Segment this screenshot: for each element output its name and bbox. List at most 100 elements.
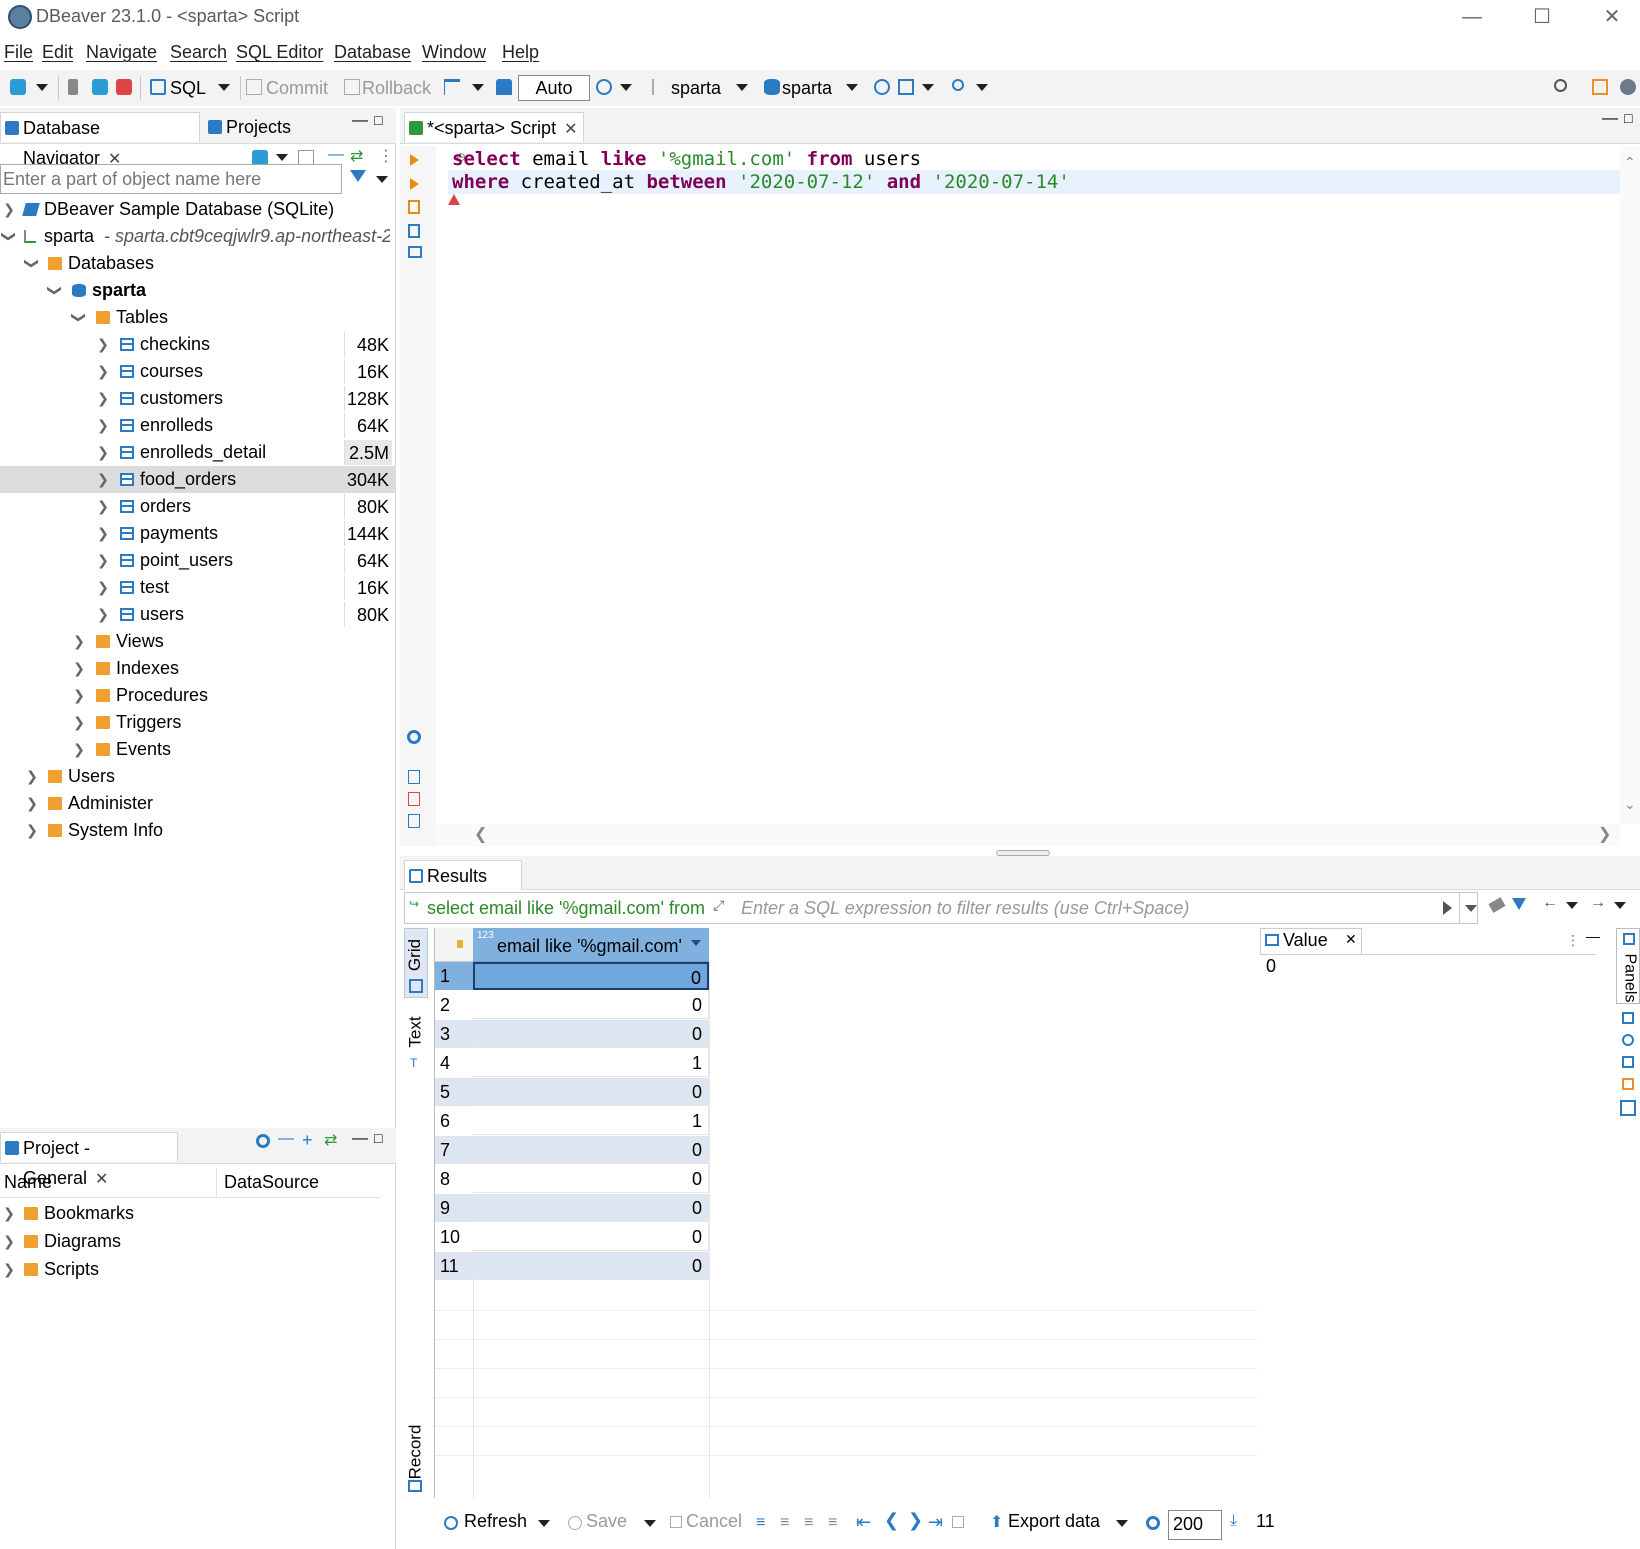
- table-cell[interactable]: 0: [473, 1136, 709, 1164]
- execute-script-icon[interactable]: [408, 200, 420, 214]
- back-icon[interactable]: ←: [1542, 894, 1558, 912]
- fetch-all-icon[interactable]: [952, 1516, 964, 1528]
- metadata-icon[interactable]: [1622, 1012, 1634, 1024]
- scroll-left-icon[interactable]: ❮: [474, 824, 487, 844]
- view-menu-icon[interactable]: ⋮: [378, 146, 394, 166]
- chevron-down-icon[interactable]: [36, 84, 48, 91]
- table-cell[interactable]: 0: [473, 1165, 709, 1193]
- table-cell[interactable]: 1: [473, 1049, 709, 1077]
- tree-item-table[interactable]: ❯ orders 80K: [0, 493, 396, 520]
- chevron-down-icon[interactable]: [976, 84, 988, 91]
- link-with-editor-icon[interactable]: ⇄: [324, 1130, 337, 1150]
- table-row[interactable]: 2 0: [435, 991, 1257, 1019]
- edit-row-icon[interactable]: ≡: [756, 1514, 765, 1532]
- first-page-icon[interactable]: ⇤: [856, 1512, 871, 1533]
- tree-item-table[interactable]: ❯ courses 16K: [0, 358, 396, 385]
- minimize-panel-icon[interactable]: —: [1602, 110, 1618, 128]
- sort-icon[interactable]: [691, 940, 701, 946]
- commit-button[interactable]: Commit: [266, 74, 328, 102]
- navigator-filter-input[interactable]: Enter a part of object name here: [0, 164, 342, 194]
- table-row[interactable]: 8 0: [435, 1165, 1257, 1193]
- menu-search[interactable]: Search: [170, 42, 227, 63]
- results-grid[interactable]: 123 email like '%gmail.com' 1 0 2 0 3 0 …: [434, 928, 1257, 1498]
- expand-all-icon[interactable]: +: [302, 1130, 313, 1151]
- minimize-panel-icon[interactable]: —: [352, 112, 368, 130]
- tab-record[interactable]: Record: [404, 1418, 428, 1498]
- table-cell[interactable]: 0: [473, 1223, 709, 1251]
- chevron-down-icon[interactable]: [276, 154, 288, 161]
- tree-item-table[interactable]: ❯ test 16K: [0, 574, 396, 601]
- disconnect-icon[interactable]: [116, 79, 132, 95]
- horizontal-scrollbar[interactable]: ❮ ❯: [436, 824, 1620, 846]
- table-cell[interactable]: 0: [473, 991, 709, 1019]
- execute-in-new-tab-icon[interactable]: [410, 178, 419, 190]
- connect-icon[interactable]: [92, 79, 108, 95]
- menu-edit[interactable]: Edit: [42, 42, 73, 63]
- explain-plan-icon[interactable]: [408, 224, 420, 238]
- scroll-right-icon[interactable]: ❯: [1598, 824, 1611, 844]
- tab-text[interactable]: Text T: [404, 1006, 428, 1076]
- table-cell[interactable]: 0: [473, 1020, 709, 1048]
- last-page-icon[interactable]: ⇥: [928, 1512, 943, 1533]
- delete-row-icon[interactable]: ≡: [828, 1514, 837, 1532]
- maximize-button[interactable]: ☐: [1522, 2, 1562, 32]
- chevron-down-icon[interactable]: [736, 84, 748, 91]
- plug-icon[interactable]: [68, 79, 78, 95]
- table-row[interactable]: 7 0: [435, 1136, 1257, 1164]
- maximize-panel-icon[interactable]: □: [1624, 110, 1632, 126]
- copy-row-icon[interactable]: ≡: [804, 1514, 813, 1532]
- tree-item-table[interactable]: ❯ customers 128K: [0, 385, 396, 412]
- collapse-all-icon[interactable]: —: [278, 1130, 294, 1148]
- column-header-name[interactable]: Name: [4, 1172, 52, 1193]
- close-icon[interactable]: ✕: [564, 121, 577, 138]
- table-row[interactable]: 4 1: [435, 1049, 1257, 1077]
- menu-database[interactable]: Database: [334, 42, 411, 63]
- table-row[interactable]: 3 0: [435, 1020, 1257, 1048]
- transaction-mode-icon[interactable]: [444, 79, 460, 95]
- minimize-panel-icon[interactable]: —: [352, 1130, 368, 1148]
- sql-editor-icon[interactable]: [150, 79, 166, 95]
- sql-code-area[interactable]: select email like '%gmail.com' from user…: [448, 146, 1620, 846]
- tree-item-table[interactable]: ❯ enrolleds_detail 2.5M: [0, 439, 396, 466]
- panel-layout-icon[interactable]: [1620, 1100, 1636, 1116]
- vertical-scrollbar[interactable]: ⌃ ⌄: [1620, 146, 1640, 824]
- new-connection-icon[interactable]: [10, 79, 26, 95]
- tab-results-1[interactable]: Results 1✕: [404, 860, 522, 916]
- filter-icon[interactable]: [350, 170, 366, 182]
- tree-item-table[interactable]: ❯ payments 144K: [0, 520, 396, 547]
- auto-commit-field[interactable]: Auto: [518, 75, 590, 101]
- add-row-icon[interactable]: ≡: [780, 1514, 789, 1532]
- table-row[interactable]: 1 0: [435, 962, 1257, 990]
- link-with-editor-icon[interactable]: ⇄: [350, 146, 363, 166]
- global-search-icon[interactable]: [1554, 79, 1567, 92]
- tree-item-table-selected[interactable]: ❯ food_orders 304K: [0, 466, 396, 493]
- close-window-button[interactable]: ✕: [1592, 2, 1632, 32]
- console-icon[interactable]: [408, 246, 422, 258]
- export-data-button[interactable]: Export data: [1008, 1511, 1100, 1532]
- tab-sparta-script[interactable]: *<sparta> Script ✕: [404, 112, 584, 142]
- dbeaver-perspective-icon[interactable]: [1620, 79, 1636, 95]
- aggregate-icon[interactable]: [1622, 1034, 1634, 1046]
- dashboard-icon[interactable]: [874, 79, 890, 95]
- sql-button[interactable]: SQL: [170, 74, 206, 102]
- chevron-down-icon[interactable]: [538, 1520, 550, 1527]
- chevron-down-icon[interactable]: [846, 84, 858, 91]
- menu-help[interactable]: Help: [502, 42, 539, 63]
- table-row[interactable]: 10 0: [435, 1223, 1257, 1251]
- tree-item-table[interactable]: ❯ enrolleds 64K: [0, 412, 396, 439]
- tree-item-table[interactable]: ❯ point_users 64K: [0, 547, 396, 574]
- gear-icon[interactable]: [407, 730, 421, 744]
- column-header-email[interactable]: 123 email like '%gmail.com': [473, 928, 709, 962]
- scroll-up-icon[interactable]: ⌃: [1624, 154, 1636, 171]
- table-cell[interactable]: 0: [473, 1078, 709, 1106]
- apply-filter-icon[interactable]: [1443, 901, 1452, 915]
- active-datasource-selector[interactable]: sparta: [671, 74, 721, 102]
- chevron-down-icon[interactable]: [1566, 902, 1578, 909]
- chevron-down-icon[interactable]: [620, 84, 632, 91]
- results-filter-input[interactable]: Enter a SQL expression to filter results…: [741, 898, 1189, 919]
- table-cell[interactable]: 0: [473, 962, 709, 990]
- column-header-datasource[interactable]: DataSource: [224, 1172, 319, 1193]
- maximize-panel-icon[interactable]: □: [374, 112, 382, 128]
- eraser-icon[interactable]: [1488, 897, 1506, 913]
- filter-icon[interactable]: [1512, 898, 1526, 910]
